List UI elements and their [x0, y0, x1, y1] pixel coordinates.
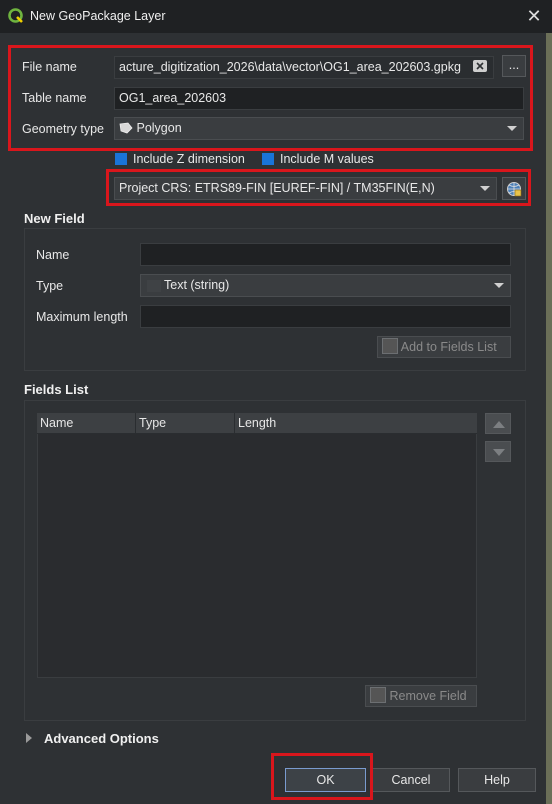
- column-header-type[interactable]: Type: [139, 416, 166, 430]
- field-type-select[interactable]: Text (string): [140, 274, 511, 297]
- move-up-button[interactable]: [485, 413, 511, 434]
- expand-arrow-icon[interactable]: [26, 733, 32, 743]
- include-m-checkbox[interactable]: [262, 153, 274, 165]
- advanced-options-label[interactable]: Advanced Options: [44, 731, 159, 746]
- include-m-label: Include M values: [280, 152, 374, 166]
- background-strip: [546, 33, 552, 804]
- add-to-fields-list-button[interactable]: Add to Fields List: [377, 336, 511, 358]
- highlight-frame-ok: [271, 753, 373, 800]
- remove-field-button[interactable]: Remove Field: [365, 685, 477, 707]
- column-header-name[interactable]: Name: [40, 416, 73, 430]
- field-name-label: Name: [36, 248, 70, 262]
- fields-table[interactable]: [37, 413, 477, 678]
- include-z-checkbox[interactable]: [115, 153, 127, 165]
- remove-field-icon: [370, 687, 386, 703]
- add-field-icon: [382, 338, 398, 354]
- fields-list-title: Fields List: [24, 382, 89, 397]
- chevron-down-icon: [494, 283, 504, 288]
- qgis-logo-icon: [8, 8, 23, 23]
- window-title: New GeoPackage Layer: [30, 9, 166, 23]
- include-z-label: Include Z dimension: [133, 152, 245, 166]
- arrow-down-icon: [493, 449, 505, 456]
- field-name-input[interactable]: [140, 243, 511, 266]
- highlight-frame-crs: [106, 169, 531, 206]
- highlight-frame-file-fields: [8, 45, 533, 151]
- column-header-length[interactable]: Length: [238, 416, 276, 430]
- max-length-input[interactable]: [140, 305, 511, 328]
- column-divider: [234, 413, 235, 433]
- remove-field-label: Remove Field: [389, 689, 467, 703]
- add-to-fields-list-label: Add to Fields List: [400, 340, 497, 354]
- fields-table-header: Name Type Length: [37, 413, 477, 434]
- close-icon[interactable]: ✕: [524, 6, 544, 26]
- arrow-up-icon: [493, 421, 505, 428]
- help-button[interactable]: Help: [458, 768, 536, 792]
- max-length-label: Maximum length: [36, 310, 128, 324]
- text-type-icon: [147, 280, 161, 292]
- new-field-title: New Field: [24, 211, 85, 226]
- move-down-button[interactable]: [485, 441, 511, 462]
- column-divider: [135, 413, 136, 433]
- field-type-label: Type: [36, 279, 64, 293]
- cancel-button[interactable]: Cancel: [372, 768, 450, 792]
